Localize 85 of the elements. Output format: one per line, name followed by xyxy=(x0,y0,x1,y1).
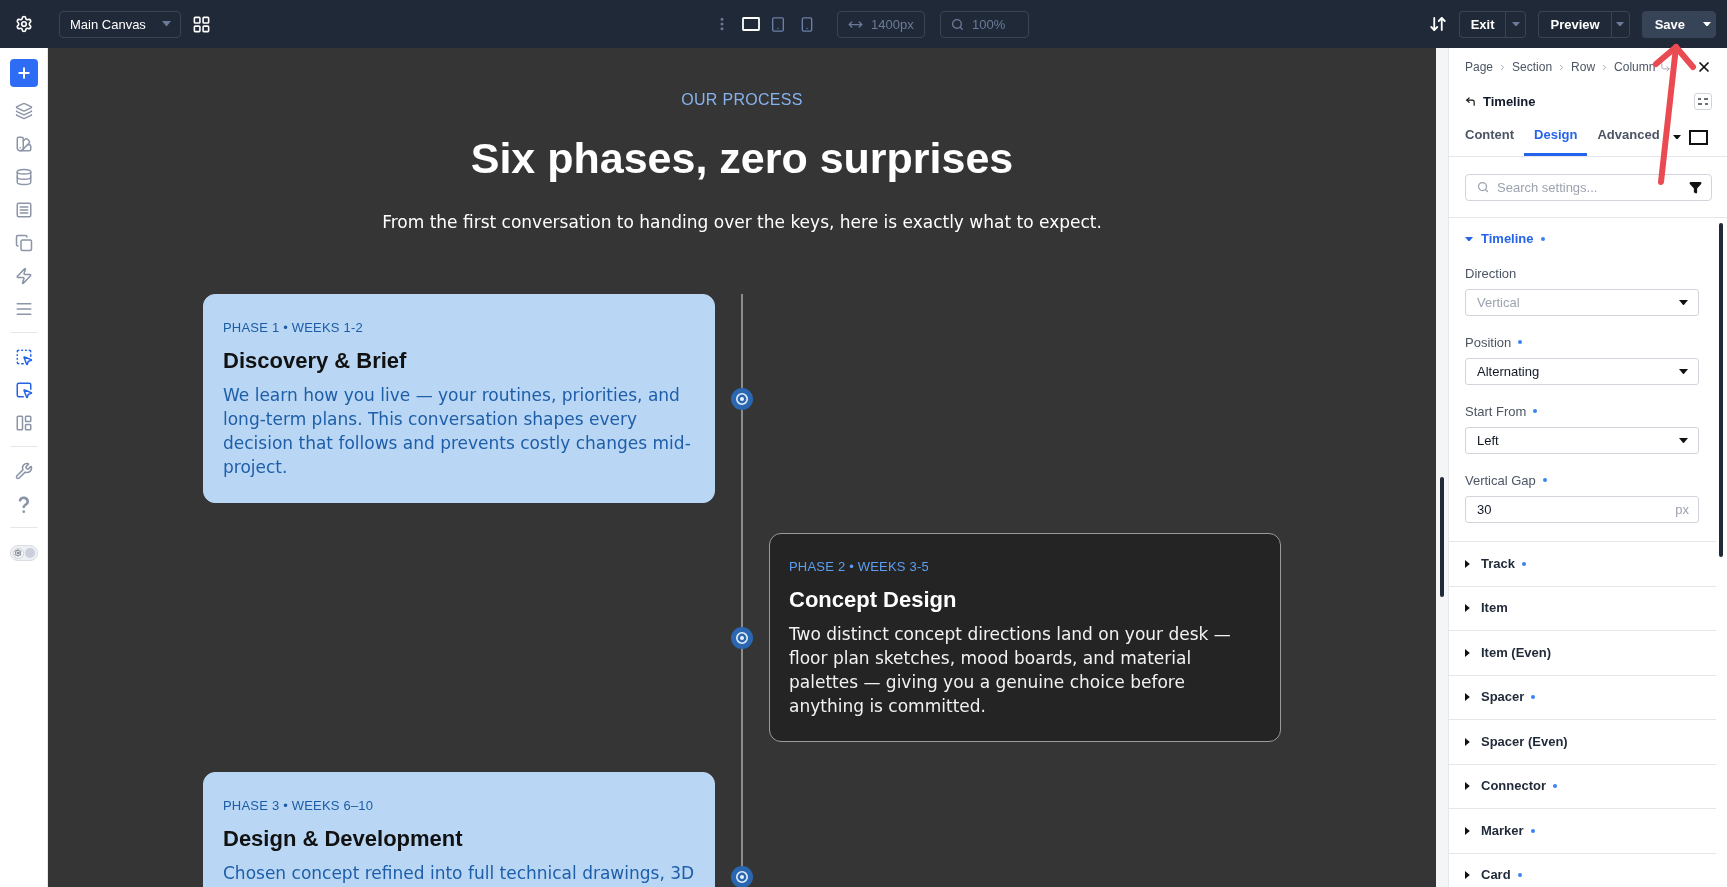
unit-label: px xyxy=(1675,502,1689,517)
phase-label: PHASE 3 • WEEKS 6–10 xyxy=(223,797,375,815)
close-icon[interactable] xyxy=(1696,59,1712,75)
caret-icon xyxy=(1679,368,1688,375)
phase-label: PHASE 1 • WEEKS 1-2 xyxy=(223,319,364,337)
section-header[interactable]: Track xyxy=(1449,542,1716,586)
scrollbar-thumb[interactable] xyxy=(1440,477,1444,597)
field-label: Direction xyxy=(1465,265,1517,281)
caret-icon xyxy=(162,21,171,27)
field-label: Start From xyxy=(1465,403,1527,419)
wrench-icon[interactable] xyxy=(14,461,33,480)
select-field[interactable]: Alternating xyxy=(1465,358,1699,385)
tablet-icon[interactable] xyxy=(770,15,786,33)
toolbar-button[interactable]: Exit xyxy=(1458,10,1506,38)
select-field[interactable]: Left xyxy=(1465,427,1699,454)
section-heading: Six phases, zero surprises xyxy=(470,133,1014,184)
swatch-icon[interactable] xyxy=(14,134,33,153)
caret-icon xyxy=(1679,299,1688,306)
search-field[interactable]: Search settings... xyxy=(1465,174,1712,201)
copy-icon[interactable] xyxy=(14,233,33,252)
breadcrumb-link[interactable]: Row xyxy=(1571,60,1596,74)
layout-icon[interactable] xyxy=(14,413,33,432)
caret-icon xyxy=(1679,437,1688,444)
caret-icon xyxy=(1616,21,1625,27)
filter-icon[interactable] xyxy=(1689,181,1702,194)
caret-icon xyxy=(1511,21,1520,27)
card-text: We learn how you live — your routines, priorities, and long-term plans. This conversation shapes every decision that follows and prevents costly changes mid-project. xyxy=(223,384,692,479)
magnifier-icon xyxy=(951,17,964,31)
phone-icon[interactable] xyxy=(799,15,815,33)
card-title: Design & Development xyxy=(223,825,464,853)
breadcrumb-link[interactable]: Page xyxy=(1465,60,1494,74)
desktop-icon[interactable] xyxy=(742,17,760,31)
layers-icon[interactable] xyxy=(14,101,33,120)
back-arrow-icon[interactable] xyxy=(1465,95,1476,107)
card-title: Concept Design xyxy=(789,586,958,614)
database-icon[interactable] xyxy=(14,167,33,186)
field-label: Position xyxy=(1465,334,1512,350)
form-icon[interactable] xyxy=(14,200,33,219)
dashed-square-pointer-icon[interactable] xyxy=(14,347,33,366)
tab[interactable]: Advanced xyxy=(1587,116,1670,156)
lightning-icon[interactable] xyxy=(14,266,33,285)
section-header[interactable]: Timeline xyxy=(1449,218,1716,247)
card-text: Chosen concept refined into full technical drawings, 3D xyxy=(223,862,695,885)
search-icon xyxy=(1477,181,1489,193)
toolbar-button[interactable]: Save xyxy=(1641,10,1697,38)
card-text: Two distinct concept directions land on your desk — floor plan sketches, mood boards, and material palettes — giving you a genuine choice before anything is committed. xyxy=(789,623,1232,718)
gear-knob-icon xyxy=(12,547,24,559)
toolbar-button[interactable]: Preview xyxy=(1538,10,1611,38)
dropdown-button[interactable] xyxy=(1697,10,1716,38)
settings-icon[interactable] xyxy=(15,15,33,33)
dashes-icon xyxy=(1698,97,1708,105)
section-header[interactable]: Spacer (Even) xyxy=(1449,720,1716,764)
panel-title: Timeline xyxy=(1483,93,1536,109)
square-icon[interactable] xyxy=(1689,129,1708,145)
canvas-select[interactable]: Main Canvas xyxy=(59,10,181,38)
caret-icon[interactable] xyxy=(1673,134,1681,140)
add-button[interactable] xyxy=(9,59,38,87)
section-header[interactable]: Card xyxy=(1449,853,1716,887)
field-label: Vertical Gap xyxy=(1465,472,1536,488)
options-button[interactable] xyxy=(1694,92,1712,110)
timeline-marker-icon xyxy=(731,626,753,649)
section-header[interactable]: Spacer xyxy=(1449,675,1716,719)
caret-icon xyxy=(1702,21,1711,27)
section-header[interactable]: Item (Even) xyxy=(1449,631,1716,675)
square-pointer-icon[interactable] xyxy=(14,380,33,399)
phase-label: PHASE 2 • WEEKS 3-5 xyxy=(789,558,930,576)
breadcrumb-link[interactable]: Section xyxy=(1512,60,1553,74)
section-header[interactable]: Connector xyxy=(1449,764,1716,808)
grid-icon[interactable] xyxy=(192,14,211,34)
sort-arrows-icon[interactable] xyxy=(1428,15,1447,33)
corner-arrow-icon[interactable] xyxy=(1660,61,1672,73)
timeline-marker-icon xyxy=(731,865,753,887)
eyebrow-text: OUR PROCESS xyxy=(681,90,803,110)
card-title: Discovery & Brief xyxy=(223,347,408,375)
theme-toggle[interactable] xyxy=(9,545,38,561)
section-subheading: From the first conversation to handing over the keys, here is exactly what to expect. xyxy=(382,211,1102,234)
tab[interactable]: Content xyxy=(1455,116,1525,156)
timeline-marker-icon xyxy=(731,387,753,410)
plus-icon xyxy=(15,65,32,81)
tab[interactable]: Design xyxy=(1524,116,1588,156)
section-header[interactable]: Item xyxy=(1449,586,1716,630)
section-header[interactable]: Marker xyxy=(1449,809,1716,853)
circle-icon xyxy=(24,548,35,558)
scrollbar-thumb[interactable] xyxy=(1719,223,1723,557)
breadcrumb-link[interactable]: Column xyxy=(1614,60,1656,74)
